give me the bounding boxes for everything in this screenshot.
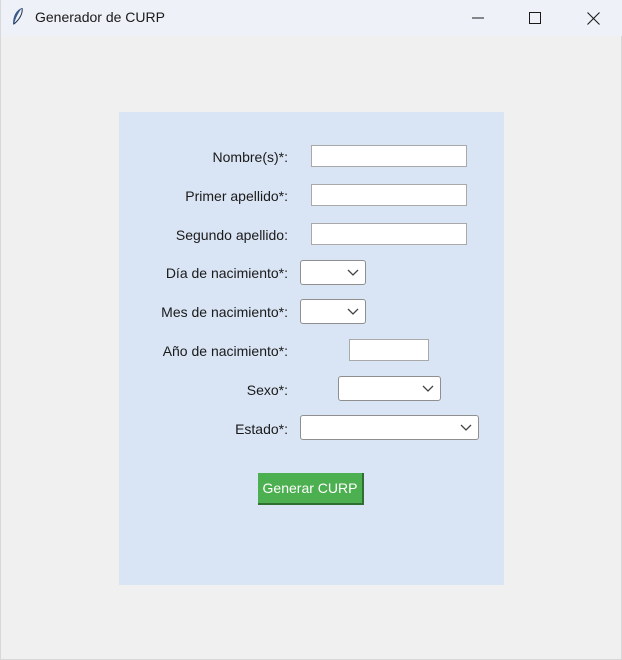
maximize-icon	[529, 12, 541, 24]
dia-select[interactable]	[300, 260, 366, 285]
primer-apellido-label: Primer apellido*:	[185, 188, 288, 204]
segundo-apellido-label: Segundo apellido:	[175, 227, 288, 243]
generar-curp-button[interactable]: Generar CURP	[258, 473, 364, 505]
nombre-label: Nombre(s)*:	[212, 149, 288, 165]
chevron-down-icon	[422, 385, 434, 392]
primer-apellido-input[interactable]	[311, 184, 467, 206]
maximize-button[interactable]	[506, 0, 564, 36]
mes-select[interactable]	[300, 299, 366, 324]
nombre-input[interactable]	[311, 145, 467, 167]
chevron-down-icon	[347, 308, 359, 315]
minimize-icon	[472, 17, 484, 19]
dia-label: Día de nacimiento*:	[165, 265, 288, 281]
chevron-down-icon	[460, 424, 472, 431]
title-bar[interactable]: Generador de CURP	[1, 0, 622, 36]
close-icon	[586, 11, 600, 25]
chevron-down-icon	[347, 269, 359, 276]
mes-label: Mes de nacimiento*:	[161, 304, 288, 320]
window-title: Generador de CURP	[35, 9, 165, 25]
close-button[interactable]	[564, 0, 622, 36]
feather-icon	[10, 7, 26, 27]
anio-label: Año de nacimiento*:	[162, 343, 288, 359]
sexo-label: Sexo*:	[246, 382, 288, 398]
minimize-button[interactable]	[449, 0, 507, 36]
estado-select[interactable]	[300, 415, 479, 440]
estado-label: Estado*:	[235, 421, 288, 437]
app-window: Generador de CURP Nombre(s)*: Primer ape…	[0, 0, 622, 660]
segundo-apellido-input[interactable]	[311, 223, 467, 245]
anio-input[interactable]	[349, 339, 429, 361]
sexo-select[interactable]	[338, 376, 441, 401]
